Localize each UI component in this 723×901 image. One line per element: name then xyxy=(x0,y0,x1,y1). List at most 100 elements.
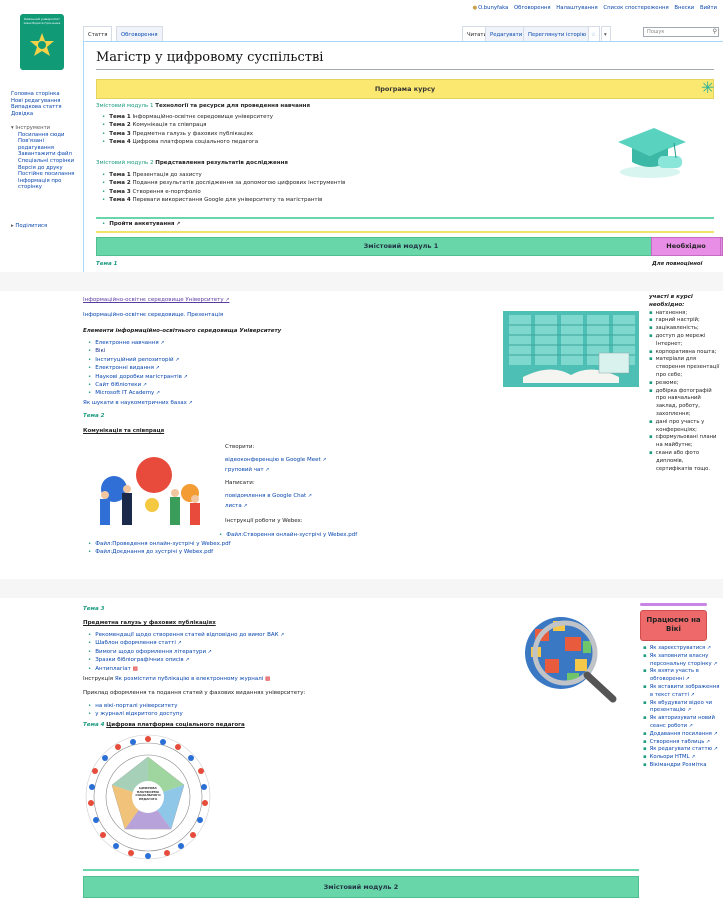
sidebar-item-related[interactable]: Пов'язані редагування xyxy=(11,138,71,151)
sidebar-nav: Головна сторінка Нові редагування Випадк… xyxy=(11,91,81,117)
pdf-icon: ▩ xyxy=(265,676,271,682)
personal-tools: ●O.bunyfaka Обговорення Налаштування Спи… xyxy=(469,5,717,11)
yellow-stripe xyxy=(96,231,714,233)
search-icon[interactable]: ⚲ xyxy=(713,28,717,35)
module1-bar[interactable]: Змістовий модуль 1 xyxy=(96,237,706,256)
library-book-image xyxy=(503,311,639,387)
module2-heading: Змістовий модуль 2 Представлення результ… xyxy=(96,160,288,166)
logo-text: Київський університет імені Бориса Грінч… xyxy=(23,17,61,25)
module2-bar[interactable]: Змістовий модуль 2 xyxy=(83,876,639,898)
sidebar-item-random[interactable]: Випадкова стаття xyxy=(11,104,81,111)
preferences-link[interactable]: Налаштування xyxy=(556,5,597,11)
wiki-help-list: Як зареєструватися Як заповнити власну п… xyxy=(643,645,721,770)
search-db-link[interactable]: Як шукати в наукометричних базах xyxy=(83,399,193,407)
search-input[interactable]: Пошук xyxy=(643,27,719,37)
sidebar-item-permalink[interactable]: Постійне посилання xyxy=(11,171,81,178)
list-item[interactable]: Вимоги щодо оформлення літератури xyxy=(88,648,284,656)
list-item[interactable]: Вікі xyxy=(88,347,188,355)
requirements-heading: участі в курсі необхідно: xyxy=(649,294,693,308)
list-item[interactable]: Інституційний репозиторій xyxy=(88,356,188,364)
list-item: дані про участь у конференціях; xyxy=(649,419,721,435)
watchlist-link[interactable]: Список спостереження xyxy=(603,5,668,11)
pubs-heading: Предметна галузь у фахових публікаціях xyxy=(83,620,216,626)
list-item[interactable]: Як редагувати статтю xyxy=(643,746,721,754)
list-item[interactable]: Як заповнити власну персональну сторінку xyxy=(643,653,721,669)
list-item[interactable]: Файл:Створення онлайн-зустрічі у Webex.p… xyxy=(219,531,357,539)
section-gap xyxy=(0,272,723,291)
section-gap xyxy=(0,579,723,598)
list-item: Тема 3 Створення е-портфоліо xyxy=(102,188,345,196)
requirements-list: участі в курсі необхідно: натхнення; гар… xyxy=(649,294,721,473)
list-item: корпоративна пошта; xyxy=(649,349,721,357)
list-item[interactable]: Антиплагіат ▩ xyxy=(88,665,284,673)
share-toggle[interactable]: ▸ Поділитися xyxy=(11,223,81,230)
watch-star-icon[interactable]: ☆ xyxy=(588,26,600,42)
elements-heading: Елементи інформаційно-освітнього середов… xyxy=(83,328,282,334)
list-item[interactable]: на вікі-порталі університету xyxy=(88,702,183,710)
list-item[interactable]: Електронні видання xyxy=(88,364,188,372)
sidebar-item-pageinfo[interactable]: Інформація про сторінку xyxy=(11,178,71,191)
more-chevron-icon[interactable]: ▾ xyxy=(601,26,611,42)
talk-link[interactable]: Обговорення xyxy=(514,5,551,11)
topic4-heading: Тема 4 Цифрова платформа соціального пед… xyxy=(83,722,245,728)
letter-link[interactable]: листа xyxy=(225,502,247,510)
list-item[interactable]: Електронне навчання xyxy=(88,339,188,347)
list-item[interactable]: Шаблон оформлення статті xyxy=(88,639,284,647)
list-item[interactable]: Сайт бібліотеки xyxy=(88,381,188,389)
examples-list: на вікі-порталі університету у журналі в… xyxy=(88,702,183,719)
sidebar-item-special[interactable]: Спеціальні сторінки xyxy=(11,158,81,165)
topic3-label: Тема 3 xyxy=(83,606,105,612)
tab-article[interactable]: Стаття xyxy=(83,26,113,42)
ies-presentation-link[interactable]: Інформаційно-освітнє середовище. Презент… xyxy=(83,311,223,319)
list-item[interactable]: Файл:Проведення онлайн-зустрічі у Webex.… xyxy=(88,540,230,548)
list-item: сформульовані плани на майбутнє; xyxy=(649,434,721,450)
ies-link[interactable]: Інформаційно-освітнє середовище Універси… xyxy=(83,296,229,304)
list-item[interactable]: Рекомендації щодо створення статей відпо… xyxy=(88,631,284,639)
sidebar-item-whatlinks[interactable]: Посилання сюди xyxy=(11,132,81,139)
videoconf-link[interactable]: відеоконференцію в Google Meet xyxy=(225,456,326,464)
list-item[interactable]: Наукові доробки магістрантів xyxy=(88,373,187,381)
list-item[interactable]: Додавання посилання xyxy=(643,731,721,739)
university-logo[interactable]: Київський університет імені Бориса Грінч… xyxy=(20,14,64,70)
sidebar-item-main[interactable]: Головна сторінка xyxy=(11,91,81,98)
list-item[interactable]: Як вбудувати відео чи презентацію xyxy=(643,700,721,716)
tab-history[interactable]: Переглянути історію xyxy=(523,26,592,42)
wiki-work-box: Працюємо на Вікі xyxy=(640,610,707,641)
example-label: Приклад оформлення та подання статей у ф… xyxy=(83,690,306,696)
sidebar-tools: ▾ Інструменти Посилання сюди Пов'язані р… xyxy=(11,125,81,191)
list-item[interactable]: Як вставити зображення в текст статті xyxy=(643,684,721,700)
survey-item: Пройти анкетування xyxy=(102,220,180,228)
groupchat-link[interactable]: груповий чат xyxy=(225,466,269,474)
contributions-link[interactable]: Внески xyxy=(674,5,694,11)
webex-instr-label: Інструкції роботи у Webex: xyxy=(225,518,303,524)
wheel-center-label: ЦИФРОВА ПЛАТФОРМА СОЦІАЛЬНОГО ПЕДАГОГА xyxy=(135,786,161,801)
tab-edit[interactable]: Редагувати xyxy=(485,26,528,42)
list-item[interactable]: Вікімандри Розмітка xyxy=(643,762,721,770)
sidebar-item-help[interactable]: Довідка xyxy=(11,111,81,118)
list-item[interactable]: Файл:Доєднання до зустрічі у Webex.pdf xyxy=(88,548,231,556)
list-item[interactable]: Кольори HTML xyxy=(643,754,721,762)
list-item[interactable]: Як авторизувати новий сеанс роботи xyxy=(643,715,721,731)
pdf-icon: ▩ xyxy=(132,665,138,672)
sidebar-item-recent[interactable]: Нові редагування xyxy=(11,98,81,105)
list-item[interactable]: у журналі відкритого доступу xyxy=(88,710,183,718)
module2-topics: Тема 1 Презентація до захисту Тема 2 Под… xyxy=(102,171,345,205)
list-item[interactable]: Зразки бібліографічних описів xyxy=(88,656,284,664)
chatmsg-link[interactable]: повідомлення в Google Chat xyxy=(225,492,312,500)
sidebar-item-upload[interactable]: Завантажити файл xyxy=(11,151,81,158)
tools-header[interactable]: ▾ Інструменти xyxy=(11,125,81,132)
list-item[interactable]: Як взяти участь в обговоренні xyxy=(643,668,721,684)
comm-heading: Комунікація та співпраця xyxy=(83,428,165,434)
list-item[interactable]: Microsoft IT Academy xyxy=(88,389,188,397)
list-item: Тема 1 Презентація до захисту xyxy=(102,171,345,179)
survey-link[interactable]: Пройти анкетування xyxy=(102,220,180,228)
logout-link[interactable]: Вийти xyxy=(700,5,717,11)
list-item[interactable]: Як зареєструватися xyxy=(643,645,721,653)
user-link[interactable]: O.bunyfaka xyxy=(478,5,508,11)
instruction-link[interactable]: Як розмістити публікацію в електронному … xyxy=(115,676,263,682)
full-participation-label: Для повноцінної xyxy=(652,261,703,267)
list-item[interactable]: Створення таблиць xyxy=(643,739,721,747)
list-item: Тема 4 Цифрова платформа соціального пед… xyxy=(102,138,273,146)
elements-list: Електронне навчання Вікі Інституційний р… xyxy=(88,339,188,398)
tab-discussion[interactable]: Обговорення xyxy=(116,26,163,42)
